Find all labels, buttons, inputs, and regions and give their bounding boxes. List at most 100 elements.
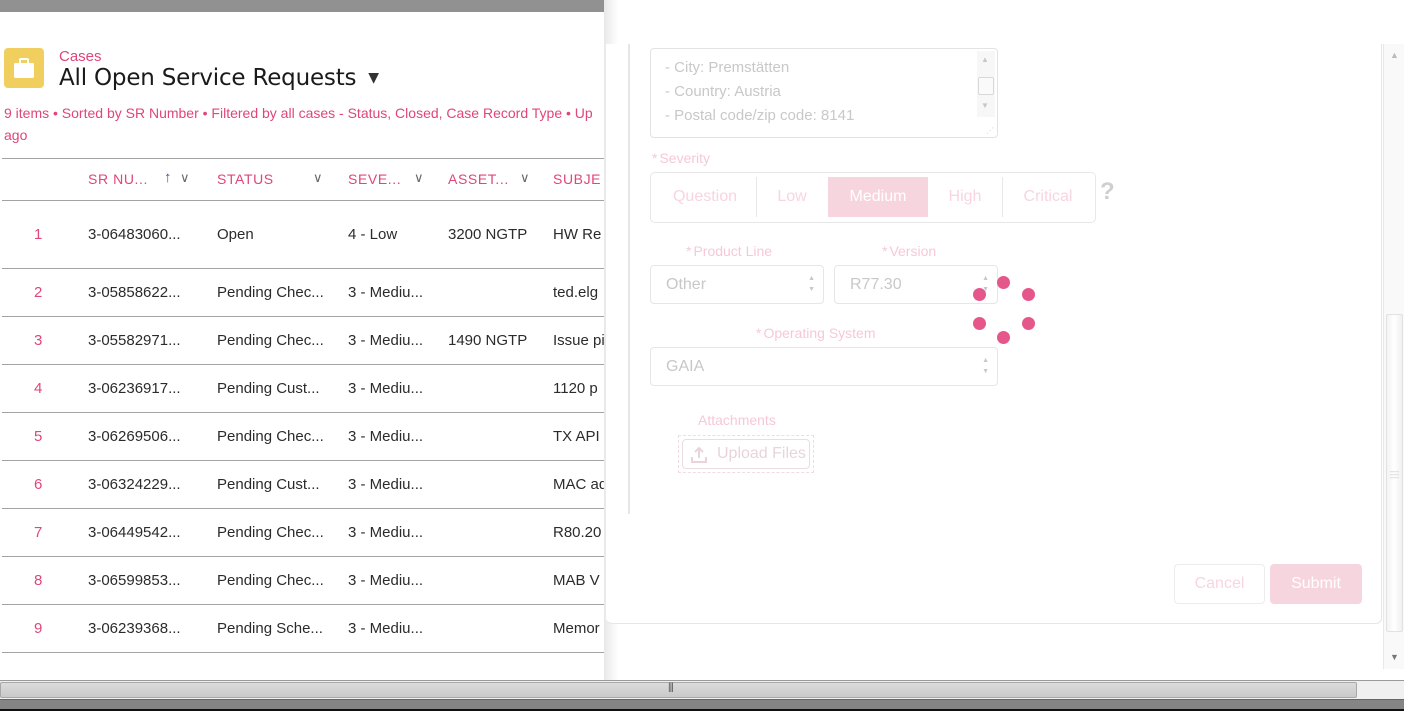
column-label: STATUS — [217, 171, 274, 187]
sr-number-link[interactable]: 3-06449542... — [88, 524, 181, 541]
severity-option-high[interactable]: High — [929, 177, 1001, 217]
scroll-up-icon[interactable]: ▲ — [1390, 50, 1399, 60]
scroll-thumb[interactable]: — — — — [1386, 314, 1403, 632]
severity-cell: 3 - Mediu... — [348, 476, 424, 493]
sr-number-link[interactable]: 3-05582971... — [88, 332, 181, 349]
modal-vertical-scrollbar[interactable]: ▲ — — — ▼ — [1383, 44, 1404, 669]
product-line-label: * Product Line — [686, 243, 772, 259]
severity-option-medium[interactable]: Medium — [828, 177, 928, 217]
chevron-down-icon[interactable]: ∨ — [180, 170, 190, 186]
label-text: Severity — [659, 150, 711, 166]
severity-cell: 3 - Mediu... — [348, 524, 424, 541]
row-number: 4 — [34, 380, 43, 397]
briefcase-icon — [4, 48, 44, 88]
subject-cell[interactable]: ted.elg — [553, 284, 598, 301]
selected-value: R77.30 — [850, 276, 902, 293]
subject-cell[interactable]: Issue pi — [553, 332, 604, 349]
sr-number-link[interactable]: 3-06324229... — [88, 476, 181, 493]
subject-cell[interactable]: TX API — [553, 428, 600, 445]
table-row[interactable]: 7 3-06449542... Pending Chec... 3 - Mediu..… — [2, 509, 604, 557]
chevron-down-icon[interactable]: ∨ — [414, 170, 424, 186]
table-row[interactable]: 5 3-06269506... Pending Chec... 3 - Mediu..… — [2, 413, 604, 461]
subject-cell[interactable]: Memor — [553, 620, 600, 637]
column-header-severity[interactable]: SEVE... ∨ — [348, 170, 424, 187]
sr-number-link[interactable]: 3-06599853... — [88, 572, 181, 589]
select-arrows-icon: ▲ ▼ — [982, 357, 989, 375]
row-number: 9 — [34, 620, 43, 637]
table-row[interactable]: 9 3-06239368... Pending Sche... 3 - Mediu..… — [2, 605, 604, 653]
column-header-asset[interactable]: ASSET... ∨ — [448, 170, 530, 187]
object-label[interactable]: Cases — [59, 48, 102, 65]
form-section-rule — [628, 44, 630, 514]
operating-system-select[interactable]: GAIA ▲ ▼ — [650, 347, 998, 386]
severity-cell: 3 - Mediu... — [348, 572, 424, 589]
sr-number-link[interactable]: 3-05858622... — [88, 284, 181, 301]
label-text: Operating System — [763, 325, 876, 341]
table-row[interactable]: 6 3-06324229... Pending Cust... 3 - Mediu..… — [2, 461, 604, 509]
sort-ascending-icon[interactable]: ↑ — [164, 169, 172, 186]
column-header-sr-number[interactable]: SR NU... ↑ ∨ — [88, 169, 190, 187]
page-horizontal-scrollbar[interactable]: ||| — [0, 680, 1404, 699]
cancel-button[interactable]: Cancel — [1174, 564, 1265, 604]
sr-number-link[interactable]: 3-06236917... — [88, 380, 181, 397]
subject-cell[interactable]: R80.20 — [553, 524, 601, 541]
scroll-down-icon[interactable]: ▼ — [1390, 652, 1399, 662]
severity-cell: 3 - Mediu... — [348, 284, 424, 301]
textarea-scrollbar[interactable]: ▲ ▼ — [977, 51, 995, 117]
browser-bottom-bar — [0, 699, 1404, 711]
sr-number-link[interactable]: 3-06239368... — [88, 620, 181, 637]
cases-table: SR NU... ↑ ∨ STATUS ∨ SEVE... ∨ ASSET... ∨ SU… — [2, 158, 604, 653]
subject-cell[interactable]: 1120 p — [553, 380, 598, 397]
scroll-thumb[interactable] — [978, 77, 994, 95]
subject-cell[interactable]: MAB V — [553, 572, 600, 589]
severity-option-low[interactable]: Low — [757, 177, 827, 217]
table-row[interactable]: 2 3-05858622... Pending Chec... 3 - Mediu..… — [2, 269, 604, 317]
column-label: SUBJE — [553, 171, 602, 187]
label-text: Version — [889, 243, 937, 259]
select-arrows-icon: ▲ ▼ — [808, 275, 815, 293]
submit-button[interactable]: Submit — [1270, 564, 1362, 604]
loading-spinner — [970, 275, 1040, 345]
status-cell: Pending Cust... — [217, 476, 320, 493]
list-view-title[interactable]: All Open Service Requests ▼ — [59, 65, 379, 91]
product-line-select[interactable]: Other ▲ ▼ — [650, 265, 824, 304]
column-header-subject[interactable]: SUBJE — [553, 171, 601, 187]
resize-grip-icon[interactable]: ⋰ — [986, 126, 994, 135]
severity-cell: 3 - Mediu... — [348, 620, 424, 637]
row-number: 1 — [34, 226, 43, 243]
table-row[interactable]: 1 3-06483060... Open 4 - Low 3200 NGTP HW Re — [2, 201, 604, 269]
subject-cell[interactable]: MAC ad — [553, 476, 604, 493]
sr-number-link[interactable]: 3-06483060... — [88, 226, 181, 243]
table-row[interactable]: 8 3-06599853... Pending Chec... 3 - Mediu..… — [2, 557, 604, 605]
scroll-thumb[interactable] — [0, 682, 1357, 698]
selected-value: GAIA — [666, 358, 705, 375]
status-cell: Pending Chec... — [217, 524, 324, 541]
case-list-view: Cases All Open Service Requests ▼ 9 items… — [0, 12, 604, 680]
asset-cell: 3200 NGTP — [448, 226, 528, 243]
severity-option-question[interactable]: Question — [655, 177, 755, 217]
scroll-down-icon[interactable]: ▼ — [981, 101, 989, 110]
table-row[interactable]: 4 3-06236917... Pending Cust... 3 - Mediu..… — [2, 365, 604, 413]
status-cell: Open — [217, 226, 254, 243]
file-drop-zone[interactable]: Upload Files — [678, 435, 814, 473]
column-header-status[interactable]: STATUS ∨ — [217, 170, 323, 187]
severity-option-critical[interactable]: Critical — [1003, 177, 1093, 217]
scroll-up-icon[interactable]: ▲ — [981, 55, 989, 64]
spinner-dot — [1022, 317, 1035, 330]
caret-down-icon[interactable]: ▼ — [368, 70, 379, 86]
chevron-down-icon[interactable]: ∨ — [313, 170, 323, 186]
address-textarea[interactable]: - City: Premstätten - Country: Austria -… — [650, 48, 998, 138]
list-meta-line2: ago — [4, 127, 28, 143]
browser-top-bar — [0, 0, 604, 12]
column-label: SEVE... — [348, 171, 402, 187]
sr-number-link[interactable]: 3-06269506... — [88, 428, 181, 445]
severity-cell: 4 - Low — [348, 226, 398, 243]
subject-cell[interactable]: HW Re — [553, 226, 601, 243]
asset-cell: 1490 NGTP — [448, 332, 528, 349]
help-question-icon[interactable]: ? — [1100, 178, 1115, 206]
chevron-down-icon[interactable]: ∨ — [520, 170, 530, 186]
table-row[interactable]: 3 3-05582971... Pending Chec... 3 - Mediu..… — [2, 317, 604, 365]
upload-files-button[interactable]: Upload Files — [682, 439, 810, 469]
required-mark: * — [882, 243, 888, 259]
status-cell: Pending Chec... — [217, 572, 324, 589]
